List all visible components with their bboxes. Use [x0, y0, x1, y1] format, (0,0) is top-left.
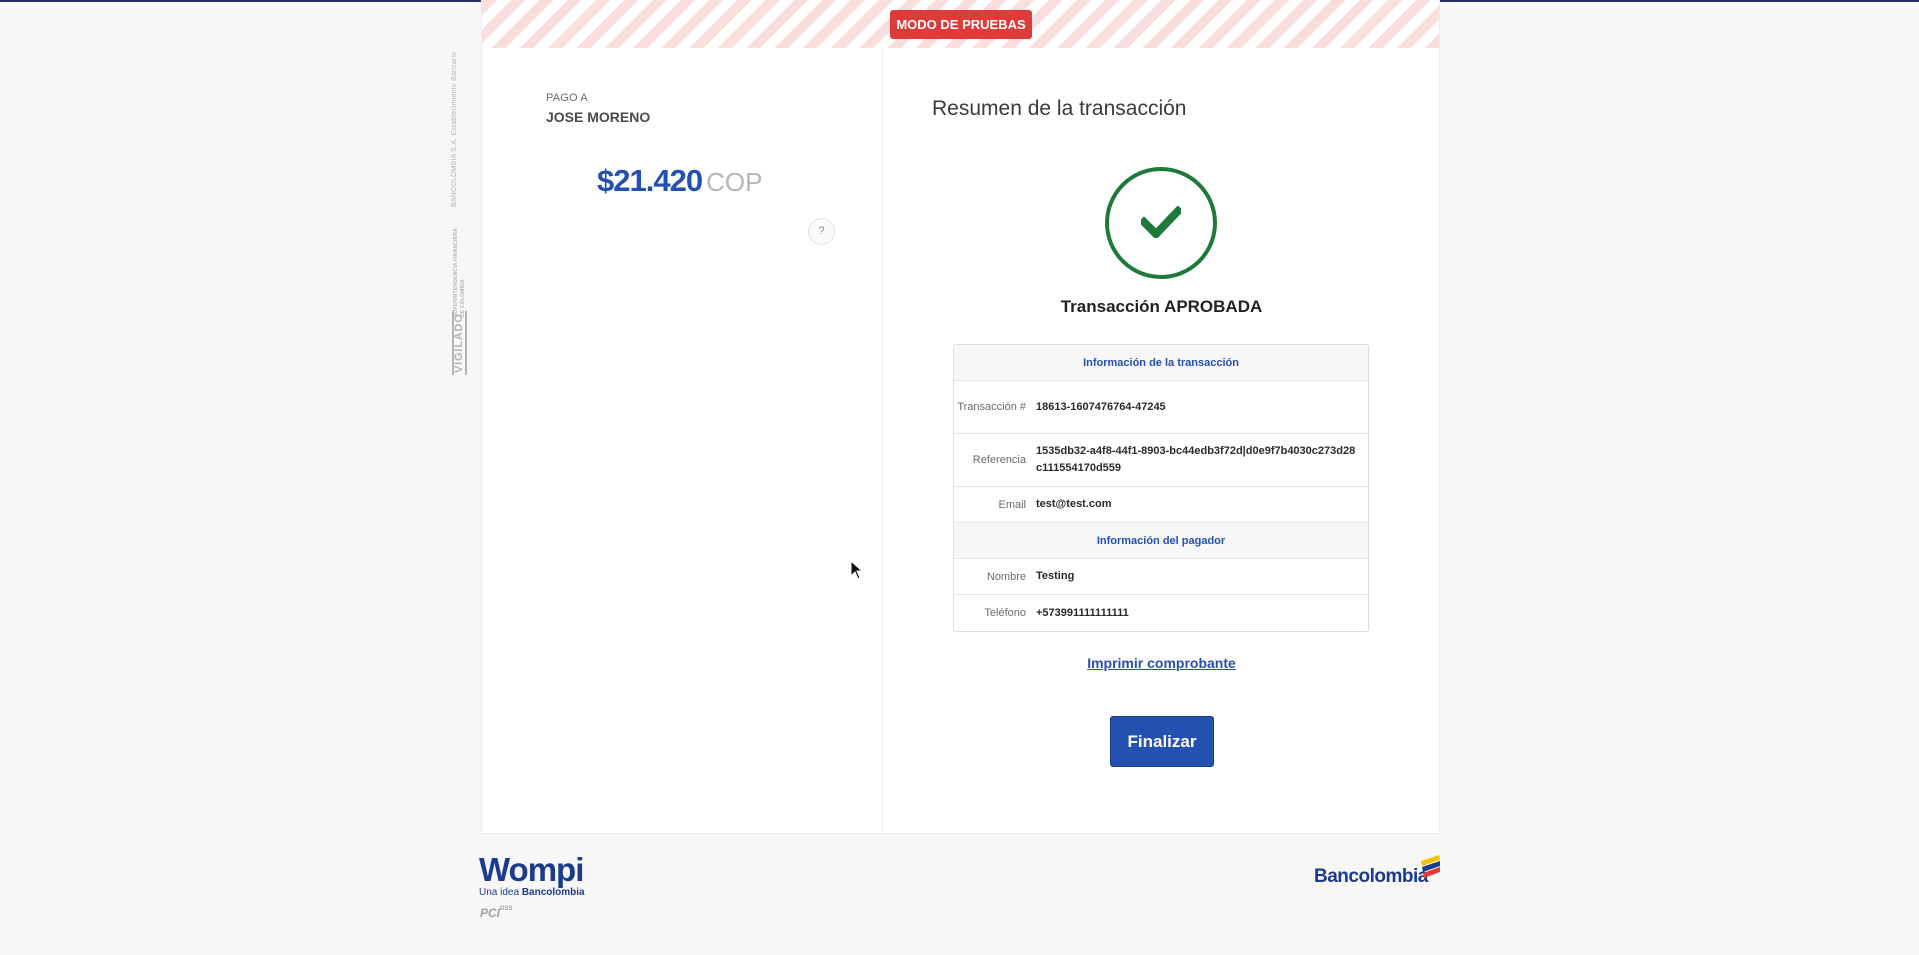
- payer-phone-value: +573991111111111: [1036, 606, 1129, 619]
- amount-currency: COP: [706, 167, 763, 197]
- transaction-number-value: 18613-1607476764-47245: [1036, 400, 1166, 413]
- print-receipt-link[interactable]: Imprimir comprobante: [882, 655, 1441, 671]
- finish-button[interactable]: Finalizar: [1110, 716, 1214, 767]
- payer-name-label: Nombre: [986, 570, 1026, 583]
- transaction-info-table: Información de la transacción Transacció…: [953, 344, 1369, 632]
- approved-check-icon: [1105, 167, 1217, 279]
- payer-phone-label: Teléfono: [984, 607, 1026, 619]
- table-row: Email test@test.com: [954, 487, 1368, 523]
- transaction-number-label: Transacción #: [957, 401, 1026, 413]
- test-mode-badge: MODO DE PRUEBAS: [890, 10, 1032, 39]
- summary-title: Resumen de la transacción: [932, 97, 1187, 120]
- reference-label: Referencia: [972, 454, 1026, 466]
- table-row: Nombre Testing: [954, 559, 1368, 595]
- mouse-cursor-icon: [850, 560, 864, 580]
- pci-dss-logo: PCIDSS: [480, 906, 513, 920]
- wompi-tagline: Una idea Bancolombia: [479, 887, 585, 898]
- wompi-logo: Wompi: [479, 851, 584, 888]
- vigilado-bank-text: BANCOLOMBIA S.A. Establecimiento Bancari…: [451, 51, 458, 207]
- pay-to-label: PAGO A: [546, 92, 588, 104]
- reference-value: 1535db32-a4f8-44f1-8903-bc44edb3f72d|d0e…: [1036, 445, 1356, 474]
- email-value: test@test.com: [1036, 498, 1112, 510]
- help-button[interactable]: ?: [808, 218, 835, 245]
- payer-name-value: Testing: [1036, 570, 1075, 582]
- bancolombia-flag-icon: [1421, 855, 1440, 878]
- checkout-card: MODO DE PRUEBAS PAGO A JOSE MORENO $21.4…: [481, 0, 1440, 834]
- table-row: Referencia 1535db32-a4f8-44f1-8903-bc44e…: [954, 434, 1368, 487]
- transaction-info-heading: Información de la transacción: [954, 345, 1368, 381]
- amount-value: $21.420: [597, 163, 703, 198]
- bancolombia-logo: Bancolombia: [1314, 866, 1428, 887]
- vigilado-superintendencia-text: SUPERINTENDENCIA FINANCIERA DE COLOMBIA: [453, 228, 466, 317]
- amount-display: $21.420 COP: [597, 163, 762, 199]
- vigilado-label: VIGILADO: [452, 311, 467, 375]
- transaction-status: Transacción APROBADA: [1060, 297, 1263, 316]
- email-label: Email: [998, 498, 1026, 511]
- payer-info-heading: Información del pagador: [954, 523, 1368, 559]
- vigilado-seal: BANCOLOMBIA S.A. Establecimiento Bancari…: [447, 51, 471, 385]
- merchant-name: JOSE MORENO: [546, 109, 651, 125]
- table-row: Transacción # 18613-1607476764-47245: [954, 381, 1368, 434]
- table-row: Teléfono +573991111111111: [954, 595, 1368, 631]
- column-divider: [882, 48, 883, 834]
